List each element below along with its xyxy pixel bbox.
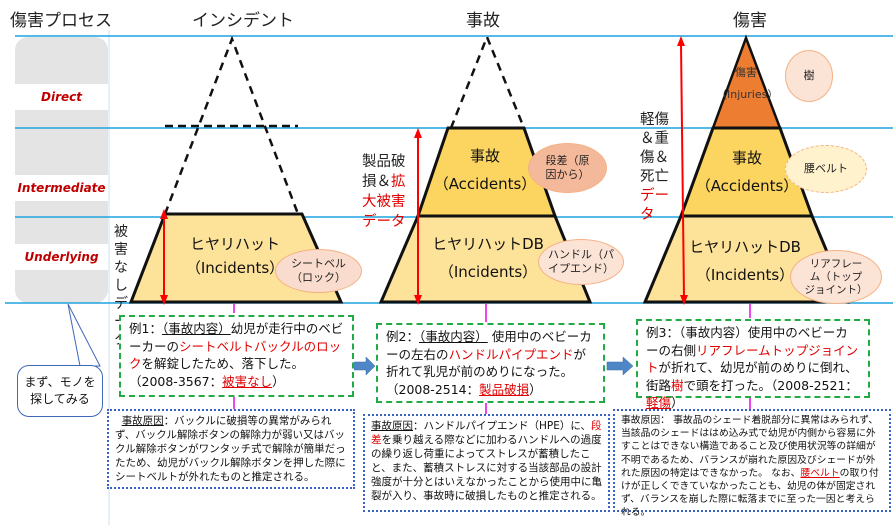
- side-label-line: 死亡: [640, 169, 669, 185]
- pyramid2-accidents-label: 事故 （Accidents）: [425, 142, 545, 198]
- example-text: で頭を打った。（2008-2521：: [683, 377, 858, 393]
- tier-title: ヒヤリハット: [189, 235, 280, 253]
- example1-box: 例1：（事故内容）幼児が走行中のベビーカーのシートベルトバックルのロックを解錠し…: [119, 315, 354, 397]
- side-label-line: 軽傷: [640, 112, 669, 128]
- cause2-box: 事故原因：ハンドルパイプエンド（HPE）に、段差を乗り越える際などに加わるハンド…: [363, 414, 610, 512]
- ellipse-text: 段差（原 因から）: [545, 154, 590, 181]
- example-highlight: ハンドルパイプエンド: [448, 346, 574, 362]
- side-label-line: 製品破: [362, 154, 406, 170]
- tier-title: ヒヤリハットDB: [432, 235, 544, 253]
- tier-subtitle: （Injuries）: [716, 88, 779, 101]
- ellipse-text: リアフレー ム（トップ ジョイント）: [804, 257, 868, 296]
- flow-arrow-2: [606, 356, 634, 376]
- example-prefix: 例2：: [386, 329, 419, 344]
- example-text: ）: [529, 381, 542, 397]
- tier-title: ヒヤリハットDB: [689, 238, 801, 256]
- tier-title: 傷害: [735, 66, 757, 79]
- cause-text: を乗り越える際などに加わるハンドルへの過度の繰り返し荷重によってストレスが蓄積し…: [371, 434, 602, 502]
- pyramid3-ellipse-tree: 樹: [785, 50, 833, 102]
- tier-subtitle: （Incidents）: [438, 263, 538, 281]
- pyramid2-incidents-label: ヒヤリハットDB （Incidents）: [418, 230, 558, 286]
- side-label-line-red: 大被害: [362, 194, 406, 210]
- pyramid2-ellipse-step: 段差（原 因から）: [528, 143, 607, 193]
- cause-highlight: 腰ベルト: [800, 467, 840, 479]
- pyramid2-arrow-head-up: [414, 128, 422, 138]
- side-label-line: 被害: [114, 224, 128, 258]
- side-label-part: 損＆: [362, 174, 391, 190]
- flow-arrow-1: [351, 356, 376, 376]
- example-highlight: 樹: [671, 377, 684, 393]
- ellipse-text: 樹: [803, 69, 815, 82]
- example-severity: 製品破損: [479, 381, 530, 397]
- ellipse-text: シートベル （ロック）: [291, 257, 346, 284]
- example-text: ）: [671, 395, 684, 410]
- example-tag: （事故内容）: [678, 325, 748, 340]
- tier-subtitle: （Accidents）: [695, 177, 799, 195]
- pyramid3-ellipse-waistbelt: 腰ベルト: [785, 145, 867, 193]
- example-severity: 軽傷: [646, 395, 672, 410]
- example-severity: 被害なし: [222, 373, 273, 389]
- callout-bubble: まず、モノを 探してみる: [17, 365, 103, 417]
- tier-subtitle: （Accidents）: [433, 175, 537, 193]
- side-label-line: 傷＆: [640, 150, 669, 166]
- callout-pointer: [67, 303, 101, 367]
- pyramid3-arrow-head-up: [677, 36, 685, 46]
- example-tag: （事故内容）: [418, 329, 488, 344]
- side-label-line-red: タ: [640, 207, 655, 223]
- example-tag: （事故内容）: [161, 321, 231, 336]
- cause-text: ：ハンドルパイプエンド（HPE）に、: [413, 420, 592, 432]
- pyramid2-dashed-outline: [449, 33, 526, 129]
- example-prefix: 例3：: [646, 325, 679, 340]
- example2-box: 例2：（事故内容） 使用中のベビーカーの左右のハンドルパイプエンドが折れて乳児が…: [376, 323, 605, 403]
- side-label-line: なし: [114, 260, 128, 294]
- cause1-box: 事故原因：バックルに破損等の異常がみられず、バックル解除ボタンの解除力が弱い又は…: [107, 409, 355, 489]
- pyramid2-side-label: 製品破 損＆拡 大被害 データ: [362, 152, 412, 232]
- example-text: ）: [272, 373, 285, 389]
- cause-label: 事故原因：: [621, 415, 670, 426]
- pyramid1-ellipse-seatbelt: シートベル （ロック）: [275, 249, 362, 293]
- cause-label: 事故原因: [371, 420, 413, 432]
- side-label-line-red: データ: [362, 214, 406, 230]
- example3-box: 例3：（事故内容）使用中のベビーカーの右側リアフレームトップジョイントが折れて、…: [636, 319, 870, 410]
- tier-title: 事故: [469, 147, 500, 165]
- pyramid2-ellipse-handle: ハンドル（パ イプエンド）: [538, 239, 624, 285]
- pyramid3-ellipse-rearframe: リアフレー ム（トップ ジョイント）: [790, 250, 882, 304]
- ellipse-text: 腰ベルト: [804, 162, 848, 175]
- ellipse-text: ハンドル（パ イプエンド）: [548, 248, 614, 275]
- side-label-line-red: デー: [640, 188, 669, 204]
- cause3-box: 事故原因： 事故品のシェード着脱部分に異常はみられず、当該品のシェードははめ込み…: [613, 409, 891, 518]
- pyramid3-injuries-label: 傷害 （Injuries）: [716, 62, 779, 106]
- cause-label: 事故原因: [121, 415, 164, 427]
- pyramid3-side-label: 軽傷 ＆重 傷＆ 死亡 デー タ: [640, 111, 680, 225]
- side-label-part-red: 拡: [391, 174, 406, 190]
- callout-text: まず、モノを 探してみる: [24, 375, 96, 406]
- side-label-line: ＆重: [640, 131, 669, 147]
- example-prefix: 例1：: [129, 321, 162, 336]
